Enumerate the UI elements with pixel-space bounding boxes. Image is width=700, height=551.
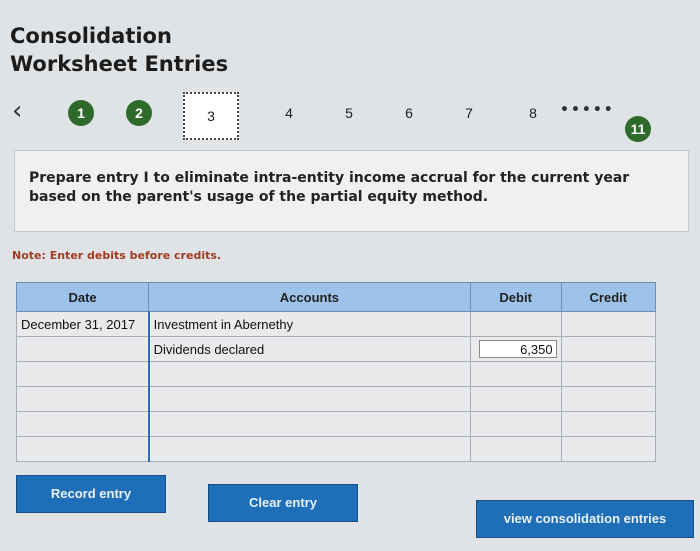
title-line-2: Worksheet Entries: [10, 52, 229, 76]
account-cell[interactable]: Investment in Abernethy: [147, 311, 471, 337]
credit-cell[interactable]: [560, 436, 657, 462]
record-entry-button[interactable]: Record entry: [16, 475, 166, 513]
date-cell[interactable]: [15, 336, 150, 362]
entry-navigation: ‹ 1 2 3 4 5 6 7 8 ••••• 11: [0, 88, 700, 148]
nav-step-11[interactable]: 11: [625, 116, 651, 142]
nav-step-4[interactable]: 4: [276, 100, 302, 126]
nav-step-3[interactable]: 3: [183, 92, 239, 140]
table-row: [15, 386, 657, 412]
account-cell[interactable]: [147, 436, 471, 462]
debit-cell[interactable]: [469, 361, 562, 387]
credit-cell[interactable]: [560, 311, 657, 337]
nav-ellipsis: •••••: [560, 102, 615, 118]
debit-cell[interactable]: [469, 311, 562, 337]
table-row: [15, 436, 657, 462]
account-cell[interactable]: [147, 411, 471, 437]
date-cell[interactable]: December 31, 2017: [15, 311, 150, 337]
debit-header: Debit: [469, 282, 562, 312]
accounts-header: Accounts: [148, 282, 471, 312]
debit-cell[interactable]: [469, 436, 562, 462]
nav-step-6[interactable]: 6: [396, 100, 422, 126]
account-cell[interactable]: [147, 386, 471, 412]
table-row: [15, 361, 657, 387]
account-cell[interactable]: Dividends declared: [147, 336, 471, 362]
date-cell[interactable]: [15, 411, 150, 437]
account-cell[interactable]: [147, 361, 471, 387]
table-header-row: Date Accounts Debit Credit: [15, 282, 657, 312]
note-text: Note: Enter debits before credits.: [12, 249, 222, 262]
nav-step-7[interactable]: 7: [456, 100, 482, 126]
credit-cell[interactable]: [560, 336, 657, 362]
debit-cell[interactable]: [469, 411, 562, 437]
journal-entry-table: Date Accounts Debit Credit December 31, …: [15, 282, 657, 462]
credit-cell[interactable]: [560, 386, 657, 412]
date-header: Date: [15, 282, 150, 312]
nav-step-1[interactable]: 1: [68, 100, 94, 126]
nav-step-5[interactable]: 5: [336, 100, 362, 126]
credit-cell[interactable]: [560, 411, 657, 437]
credit-cell[interactable]: [560, 361, 657, 387]
debit-cell[interactable]: [469, 386, 562, 412]
date-cell[interactable]: [15, 361, 150, 387]
instruction-text: Prepare entry I to eliminate intra-entit…: [29, 170, 630, 205]
date-cell[interactable]: [15, 436, 150, 462]
chevron-left-icon[interactable]: ‹: [12, 96, 22, 126]
debit-cell[interactable]: 6,350: [469, 336, 562, 362]
table-row: December 31, 2017 Investment in Aberneth…: [15, 311, 657, 337]
date-cell[interactable]: [15, 386, 150, 412]
table-row: [15, 411, 657, 437]
clear-entry-button[interactable]: Clear entry: [208, 484, 358, 522]
instruction-box: Prepare entry I to eliminate intra-entit…: [14, 150, 689, 232]
table-row: Dividends declared 6,350: [15, 336, 657, 362]
nav-step-8[interactable]: 8: [520, 100, 546, 126]
page-title: Consolidation Worksheet Entries: [10, 22, 228, 78]
debit-input[interactable]: 6,350: [478, 340, 557, 358]
credit-header: Credit: [560, 282, 657, 312]
view-consolidation-entries-button[interactable]: view consolidation entries: [476, 500, 694, 538]
title-line-1: Consolidation: [10, 24, 172, 48]
nav-step-2[interactable]: 2: [126, 100, 152, 126]
